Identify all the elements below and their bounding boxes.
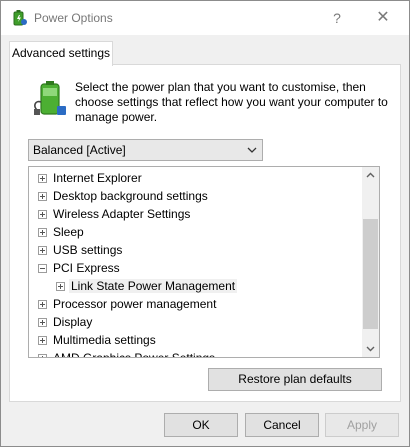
tree-item[interactable]: Display xyxy=(29,313,361,331)
tree-item-label: Multimedia settings xyxy=(53,333,156,347)
tree-item-label: PCI Express xyxy=(53,261,120,275)
title-bar[interactable]: Power Options ? ✕ xyxy=(1,1,409,35)
tree-item[interactable]: Wireless Adapter Settings xyxy=(29,205,361,223)
expand-icon[interactable] xyxy=(56,282,65,291)
apply-button[interactable]: Apply xyxy=(325,413,399,437)
tree-item-label: Processor power management xyxy=(53,297,217,311)
expand-icon[interactable] xyxy=(38,246,47,255)
scroll-down-icon[interactable] xyxy=(362,340,379,357)
expand-icon[interactable] xyxy=(38,336,47,345)
expand-icon[interactable] xyxy=(38,318,47,327)
window-title: Power Options xyxy=(34,11,113,25)
cancel-button[interactable]: Cancel xyxy=(245,413,319,437)
tree-item[interactable]: Sleep xyxy=(29,223,361,241)
tree-item-label: Wireless Adapter Settings xyxy=(53,207,191,221)
power-options-dialog: Power Options ? ✕ Advanced settings Sele… xyxy=(0,0,410,447)
expand-icon[interactable] xyxy=(38,228,47,237)
tree-scrollbar[interactable] xyxy=(362,167,379,357)
help-button[interactable]: ? xyxy=(319,1,355,35)
tree-item-label: AMD Graphics Power Settings xyxy=(53,351,216,358)
expand-icon[interactable] xyxy=(38,210,47,219)
tab-advanced-settings[interactable]: Advanced settings xyxy=(9,41,113,66)
tree-item-label: Link State Power Management xyxy=(69,279,238,293)
expand-icon[interactable] xyxy=(38,300,47,309)
settings-tree[interactable]: Internet Explorer Desktop background sett… xyxy=(28,166,380,358)
restore-plan-defaults-button[interactable]: Restore plan defaults xyxy=(208,368,382,391)
tree-item[interactable]: PCI Express xyxy=(29,259,361,277)
power-options-icon xyxy=(13,10,27,26)
tree-item[interactable]: Desktop background settings xyxy=(29,187,361,205)
battery-plug-icon xyxy=(34,81,66,115)
tree-item-label: USB settings xyxy=(53,243,123,257)
scroll-up-icon[interactable] xyxy=(362,167,379,184)
advanced-settings-panel: Select the power plan that you want to c… xyxy=(9,64,401,402)
tree-item[interactable]: Multimedia settings xyxy=(29,331,361,349)
tree-item-label: Internet Explorer xyxy=(53,171,142,185)
collapse-icon[interactable] xyxy=(38,264,47,273)
tree-item[interactable]: Internet Explorer xyxy=(29,169,361,187)
close-button[interactable]: ✕ xyxy=(363,1,403,35)
tree-item[interactable]: Link State Power Management xyxy=(29,277,361,295)
description-text: Select the power plan that you want to c… xyxy=(75,80,388,124)
tree-item-label: Sleep xyxy=(53,225,84,239)
tree-item-label: Desktop background settings xyxy=(53,189,208,203)
power-plan-value: Balanced [Active] xyxy=(33,143,126,157)
expand-icon[interactable] xyxy=(38,174,47,183)
tree-item-label: Display xyxy=(53,315,93,329)
tree-item[interactable]: Processor power management xyxy=(29,295,361,313)
tree-item[interactable]: AMD Graphics Power Settings xyxy=(29,349,361,358)
expand-icon[interactable] xyxy=(38,192,47,201)
chevron-down-icon xyxy=(247,147,257,153)
tree-item[interactable]: USB settings xyxy=(29,241,361,259)
power-plan-dropdown[interactable]: Balanced [Active] xyxy=(28,139,263,161)
ok-button[interactable]: OK xyxy=(164,413,238,437)
expand-icon[interactable] xyxy=(38,354,47,357)
scroll-thumb[interactable] xyxy=(363,219,378,329)
